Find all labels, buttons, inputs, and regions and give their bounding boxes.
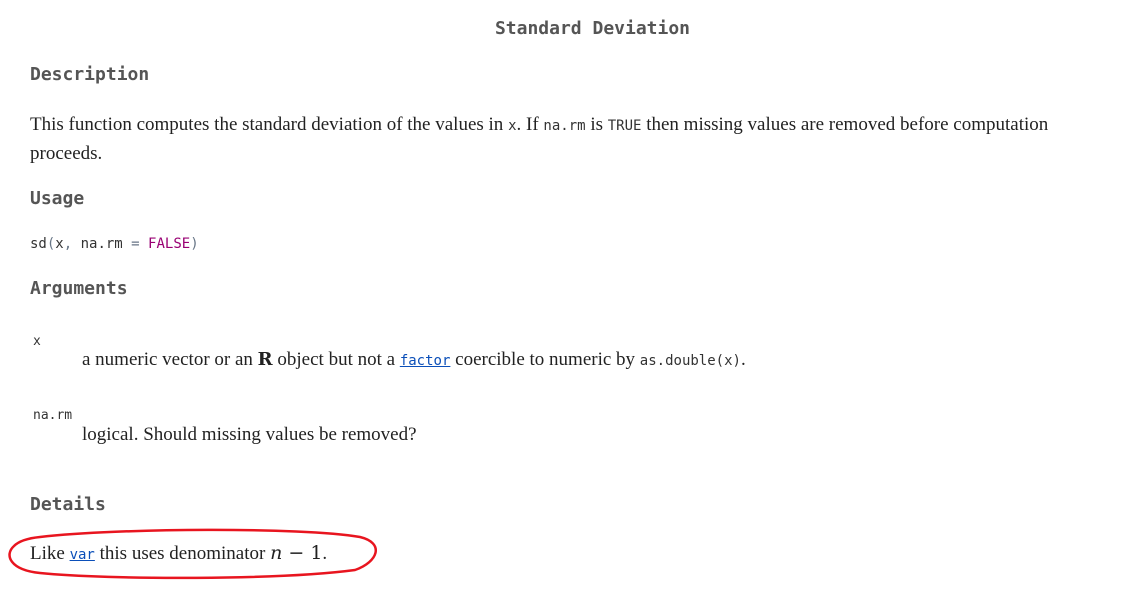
var-link[interactable]: var (70, 547, 95, 563)
r-logo: R (257, 349, 273, 370)
code-narm: na.rm (543, 118, 586, 134)
argument-desc-part: object but not a (272, 349, 400, 370)
code-true: TRUE (607, 118, 642, 134)
details-heading: Details (30, 494, 106, 515)
usage-code-block: sd(x, na.rm = FALSE) (30, 236, 199, 252)
usage-equals: = (122, 236, 149, 252)
page-title: Standard Deviation (494, 18, 691, 39)
usage-heading: Usage (30, 188, 85, 209)
code-as-double: as.double(x) (639, 353, 741, 369)
description-heading: Description (30, 64, 150, 85)
description-text: This function computes the standard devi… (30, 111, 1110, 168)
usage-fn: sd (30, 236, 47, 252)
description-text-part: is (585, 114, 608, 135)
argument-desc-part: a numeric vector or an (82, 349, 258, 370)
usage-paren-close: ) (190, 236, 199, 252)
annotation-ellipse (8, 528, 377, 580)
details-text-part: this uses denominator (94, 543, 271, 564)
usage-comma: , (63, 236, 81, 252)
details-text-part: . (322, 543, 328, 564)
description-text-part: This function computes the standard devi… (30, 114, 509, 135)
argument-desc-part: coercible to numeric by (450, 349, 640, 370)
usage-arg-x: x (55, 236, 64, 252)
math-n: n (270, 542, 283, 564)
details-text-part: Like (30, 543, 70, 564)
argument-desc-x: a numeric vector or an R object but not … (82, 347, 746, 374)
argument-name-x: x (33, 334, 41, 349)
usage-arg-narm: na.rm (80, 236, 123, 252)
math-minus-one: − 1 (282, 542, 323, 564)
code-x: x (508, 118, 517, 134)
argument-name-narm: na.rm (33, 408, 73, 423)
details-text: Like var this uses denominator n − 1. (30, 539, 327, 569)
usage-default-false: FALSE (148, 236, 191, 252)
argument-desc-part: . (740, 349, 746, 370)
description-text-part: . If (516, 114, 544, 135)
argument-desc-narm: logical. Should missing values be remove… (82, 424, 417, 445)
factor-link[interactable]: factor (400, 353, 451, 369)
arguments-heading: Arguments (30, 278, 128, 299)
